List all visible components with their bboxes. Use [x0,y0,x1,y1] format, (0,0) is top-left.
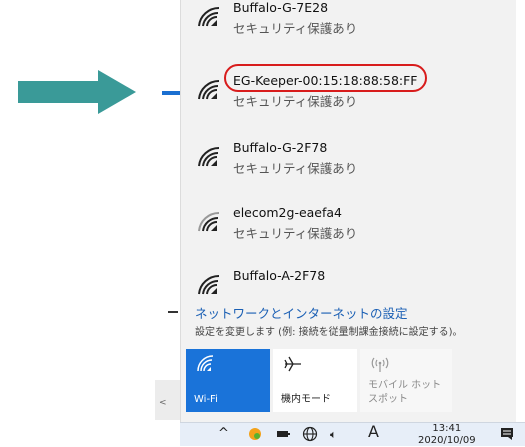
network-security: セキュリティ保護あり [233,161,358,176]
network-item[interactable]: Buffalo-G-7E28 セキュリティ保護あり [181,0,516,54]
volume-icon[interactable]: 🔈︎ [330,427,337,443]
clock-time: 13:41 [432,423,462,434]
wifi-signal-icon [198,274,220,295]
tray-app-icon[interactable] [248,427,262,441]
network-item[interactable]: Buffalo-G-2F78 セキュリティ保護あり [181,134,516,194]
hotspot-tile-label: モバイル ホットスポット [368,380,442,405]
network-item-highlighted[interactable]: EG-Keeper-00:15:18:88:58:FF セキュリティ保護あり [181,64,516,127]
pointer-line [162,91,182,95]
network-security: セキュリティ保護あり [233,94,358,109]
network-name: Buffalo-A-2F78 [233,268,326,283]
background-dash [168,311,178,313]
airplane-mode-tile[interactable]: 機内モード [273,349,357,412]
wifi-tile-label: Wi-Fi [194,394,218,405]
mobile-hotspot-tile[interactable]: モバイル ホットスポット [360,349,452,412]
wifi-flyout: Buffalo-G-7E28 セキュリティ保護あり EG-Keeper-00:1… [180,0,516,422]
network-security: セキュリティ保護あり [233,21,358,36]
show-hidden-icons-icon[interactable]: ^ [218,426,229,442]
airplane-icon [284,356,301,372]
clock[interactable]: 13:41 2020/10/09 [418,423,476,447]
clock-date: 2020/10/09 [418,435,476,446]
wifi-signal-icon [198,79,220,100]
network-settings-link[interactable]: ネットワークとインターネットの設定 [195,303,408,322]
network-name: Buffalo-G-2F78 [233,140,328,155]
ime-mode-indicator[interactable]: A [368,424,379,440]
taskbar: ^ 🔈︎ A 13:41 2020/10/09 [180,422,525,446]
network-settings-description: 設定を変更します (例: 接続を従量制課金接続に設定する)。 [195,327,463,338]
wifi-signal-icon [198,211,220,232]
wifi-toggle-tile[interactable]: Wi-Fi [186,349,270,412]
network-item[interactable]: Buffalo-A-2F78 [181,262,516,295]
wifi-icon [197,355,214,372]
annotation-arrow-icon [18,70,136,114]
battery-icon[interactable] [276,428,290,440]
wifi-signal-icon [198,6,220,27]
network-security: セキュリティ保護あり [233,226,358,241]
network-name: elecom2g-eaefa4 [233,205,343,220]
network-name: Buffalo-G-7E28 [233,0,329,15]
network-name: EG-Keeper-00:15:18:88:58:FF [233,73,418,88]
network-globe-icon[interactable] [302,426,318,442]
action-center-icon[interactable] [500,427,514,441]
wifi-signal-icon [198,146,220,167]
airplane-tile-label: 機内モード [281,394,331,405]
hotspot-icon [371,357,389,372]
network-item[interactable]: elecom2g-eaefa4 セキュリティ保護あり [181,199,516,259]
